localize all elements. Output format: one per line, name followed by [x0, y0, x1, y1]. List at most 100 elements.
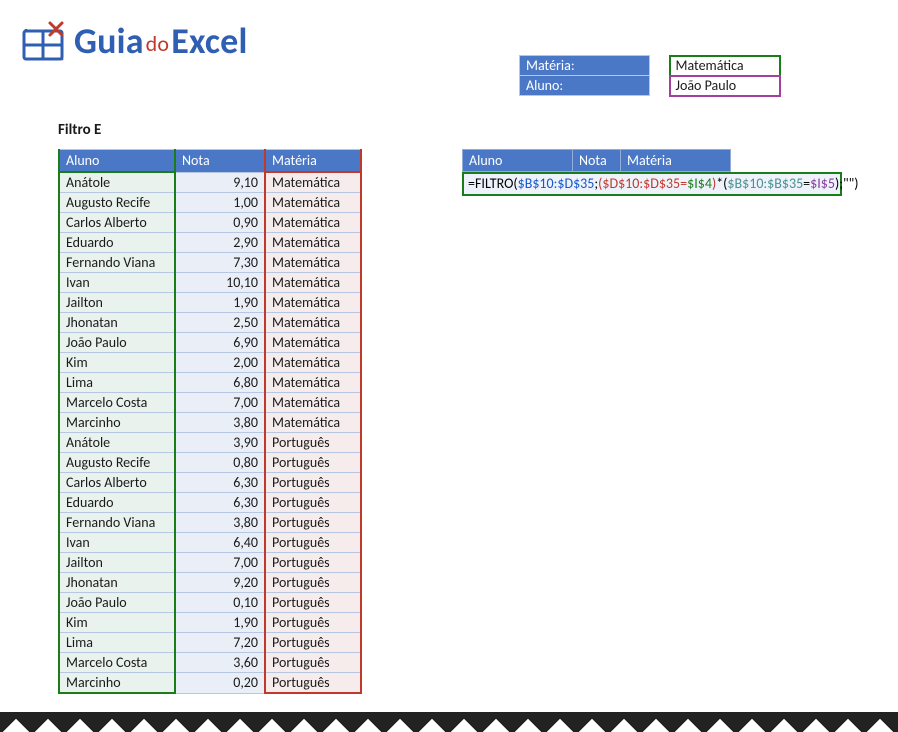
cell-aluno[interactable]: Lima — [59, 373, 175, 393]
table-row[interactable]: Jhonatan2,50Matemática — [59, 313, 361, 333]
cell-aluno[interactable]: João Paulo — [59, 593, 175, 613]
table-row[interactable]: Jhonatan9,20Português — [59, 573, 361, 593]
cell-materia[interactable]: Português — [265, 653, 361, 673]
cell-materia[interactable]: Português — [265, 473, 361, 493]
cell-nota[interactable]: 10,10 — [175, 273, 265, 293]
cell-materia[interactable]: Português — [265, 633, 361, 653]
cell-materia[interactable]: Matemática — [265, 333, 361, 353]
cell-materia[interactable]: Português — [265, 533, 361, 553]
cell-nota[interactable]: 0,90 — [175, 213, 265, 233]
criteria-aluno-value[interactable]: João Paulo — [670, 76, 780, 96]
cell-materia[interactable]: Português — [265, 593, 361, 613]
cell-materia[interactable]: Matemática — [265, 293, 361, 313]
cell-aluno[interactable]: Jhonatan — [59, 573, 175, 593]
cell-materia[interactable]: Matemática — [265, 193, 361, 213]
cell-materia[interactable]: Português — [265, 613, 361, 633]
cell-aluno[interactable]: Marcinho — [59, 413, 175, 433]
cell-aluno[interactable]: Marcelo Costa — [59, 393, 175, 413]
table-row[interactable]: João Paulo6,90Matemática — [59, 333, 361, 353]
cell-materia[interactable]: Português — [265, 553, 361, 573]
cell-nota[interactable]: 2,00 — [175, 353, 265, 373]
cell-nota[interactable]: 1,90 — [175, 293, 265, 313]
cell-nota[interactable]: 7,20 — [175, 633, 265, 653]
cell-nota[interactable]: 3,80 — [175, 513, 265, 533]
cell-aluno[interactable]: Fernando Viana — [59, 253, 175, 273]
cell-materia[interactable]: Português — [265, 513, 361, 533]
cell-nota[interactable]: 6,40 — [175, 533, 265, 553]
th-nota[interactable]: Nota — [175, 150, 265, 173]
table-row[interactable]: Kim2,00Matemática — [59, 353, 361, 373]
cell-nota[interactable]: 0,80 — [175, 453, 265, 473]
table-row[interactable]: Eduardo6,30Português — [59, 493, 361, 513]
table-row[interactable]: Anátole9,10Matemática — [59, 172, 361, 193]
cell-nota[interactable]: 7,30 — [175, 253, 265, 273]
cell-aluno[interactable]: Anátole — [59, 172, 175, 193]
cell-nota[interactable]: 7,00 — [175, 553, 265, 573]
cell-nota[interactable]: 2,50 — [175, 313, 265, 333]
table-row[interactable]: Ivan6,40Português — [59, 533, 361, 553]
cell-aluno[interactable]: Carlos Alberto — [59, 213, 175, 233]
cell-nota[interactable]: 9,20 — [175, 573, 265, 593]
cell-aluno[interactable]: Jailton — [59, 293, 175, 313]
cell-nota[interactable]: 1,90 — [175, 613, 265, 633]
cell-materia[interactable]: Português — [265, 573, 361, 593]
cell-aluno[interactable]: Marcinho — [59, 673, 175, 694]
cell-aluno[interactable]: Augusto Recife — [59, 193, 175, 213]
cell-materia[interactable]: Matemática — [265, 353, 361, 373]
cell-nota[interactable]: 0,20 — [175, 673, 265, 694]
cell-materia[interactable]: Matemática — [265, 373, 361, 393]
cell-aluno[interactable]: Kim — [59, 613, 175, 633]
cell-aluno[interactable]: Fernando Viana — [59, 513, 175, 533]
table-row[interactable]: Anátole3,90Português — [59, 433, 361, 453]
cell-materia[interactable]: Matemática — [265, 253, 361, 273]
cell-aluno[interactable]: Eduardo — [59, 233, 175, 253]
result-th-aluno[interactable]: Aluno — [463, 150, 573, 172]
cell-materia[interactable]: Matemática — [265, 413, 361, 433]
criteria-materia-value[interactable]: Matemática — [670, 56, 780, 76]
cell-nota[interactable]: 3,80 — [175, 413, 265, 433]
cell-nota[interactable]: 2,90 — [175, 233, 265, 253]
cell-nota[interactable]: 7,00 — [175, 393, 265, 413]
cell-aluno[interactable]: Ivan — [59, 533, 175, 553]
cell-aluno[interactable]: João Paulo — [59, 333, 175, 353]
cell-aluno[interactable]: Anátole — [59, 433, 175, 453]
cell-aluno[interactable]: Lima — [59, 633, 175, 653]
table-row[interactable]: Jailton1,90Matemática — [59, 293, 361, 313]
cell-nota[interactable]: 3,90 — [175, 433, 265, 453]
cell-aluno[interactable]: Marcelo Costa — [59, 653, 175, 673]
table-row[interactable]: Augusto Recife1,00Matemática — [59, 193, 361, 213]
cell-materia[interactable]: Português — [265, 433, 361, 453]
cell-materia[interactable]: Matemática — [265, 313, 361, 333]
cell-nota[interactable]: 0,10 — [175, 593, 265, 613]
cell-aluno[interactable]: Jhonatan — [59, 313, 175, 333]
table-row[interactable]: Ivan10,10Matemática — [59, 273, 361, 293]
cell-materia[interactable]: Matemática — [265, 233, 361, 253]
cell-aluno[interactable]: Kim — [59, 353, 175, 373]
cell-materia[interactable]: Matemática — [265, 273, 361, 293]
cell-aluno[interactable]: Augusto Recife — [59, 453, 175, 473]
cell-aluno[interactable]: Eduardo — [59, 493, 175, 513]
th-materia[interactable]: Matéria — [265, 150, 361, 173]
source-table[interactable]: Aluno Nota Matéria Anátole9,10Matemática… — [58, 149, 362, 694]
table-row[interactable]: Marcelo Costa7,00Matemática — [59, 393, 361, 413]
table-row[interactable]: Eduardo2,90Matemática — [59, 233, 361, 253]
cell-nota[interactable]: 6,30 — [175, 473, 265, 493]
result-th-nota[interactable]: Nota — [573, 150, 621, 172]
cell-materia[interactable]: Português — [265, 673, 361, 694]
result-th-materia[interactable]: Matéria — [621, 150, 731, 172]
table-row[interactable]: Fernando Viana3,80Português — [59, 513, 361, 533]
table-row[interactable]: Jailton7,00Português — [59, 553, 361, 573]
table-row[interactable]: Carlos Alberto0,90Matemática — [59, 213, 361, 233]
cell-aluno[interactable]: Carlos Alberto — [59, 473, 175, 493]
table-row[interactable]: Lima6,80Matemática — [59, 373, 361, 393]
table-row[interactable]: Marcinho0,20Português — [59, 673, 361, 694]
cell-aluno[interactable]: Ivan — [59, 273, 175, 293]
cell-nota[interactable]: 3,60 — [175, 653, 265, 673]
cell-materia[interactable]: Matemática — [265, 172, 361, 193]
cell-materia[interactable]: Matemática — [265, 393, 361, 413]
table-row[interactable]: Lima7,20Português — [59, 633, 361, 653]
table-row[interactable]: Augusto Recife0,80Português — [59, 453, 361, 473]
cell-nota[interactable]: 6,90 — [175, 333, 265, 353]
table-row[interactable]: Marcinho3,80Matemática — [59, 413, 361, 433]
cell-aluno[interactable]: Jailton — [59, 553, 175, 573]
